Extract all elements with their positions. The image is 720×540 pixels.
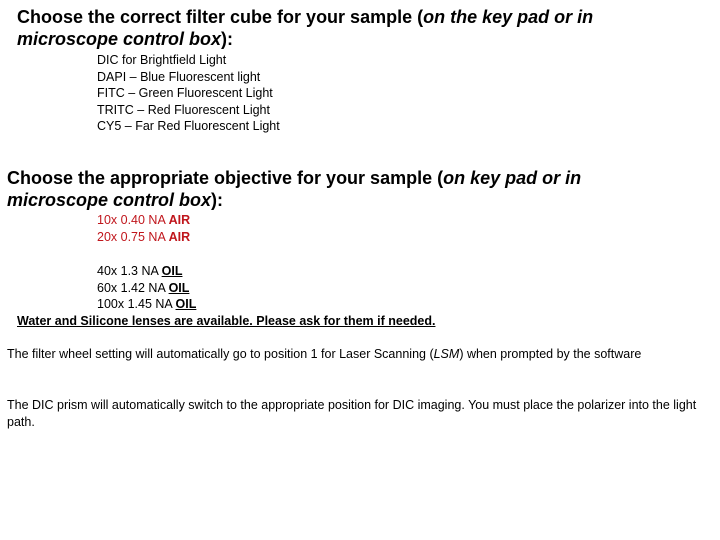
dic-prism-paragraph: The DIC prism will automatically switch … <box>7 398 697 429</box>
oil-objective-item: 100x 1.45 NA OIL <box>97 296 196 313</box>
filter-cube-list: DIC for Brightfield Light DAPI – Blue Fl… <box>97 52 280 135</box>
objective-label: 40x 1.3 NA <box>97 264 162 278</box>
filter-item: DIC for Brightfield Light <box>97 53 227 67</box>
paragraph-end-text: ) when prompted by the software <box>459 347 642 361</box>
paragraph-italic-text: LSM <box>433 347 460 361</box>
filter-cube-heading: Choose the correct filter cube for your … <box>17 6 697 50</box>
air-objective-list: 10x 0.40 NA AIR 20x 0.75 NA AIR <box>97 212 190 245</box>
oil-objective-item: 40x 1.3 NA OIL <box>97 263 196 280</box>
filter-item: CY5 – Far Red Fluorescent Light <box>97 119 280 133</box>
heading-end-text: ): <box>211 190 224 210</box>
heading-text: Choose the correct filter cube for your … <box>17 7 424 27</box>
objective-label: 20x 0.75 NA <box>97 229 169 244</box>
oil-objective-list: 40x 1.3 NA OIL 60x 1.42 NA OIL 100x 1.45… <box>97 263 196 313</box>
objective-label: 10x 0.40 NA <box>97 213 169 227</box>
objective-medium: OIL <box>175 297 197 311</box>
filter-item: DAPI – Blue Fluorescent light <box>97 69 261 84</box>
objective-label: 60x 1.42 NA <box>97 280 169 295</box>
objective-medium: OIL <box>161 264 183 278</box>
heading-end-text: ): <box>221 29 234 49</box>
filter-item: TRITC – Red Fluorescent Light <box>97 102 270 117</box>
objective-medium: AIR <box>168 229 191 244</box>
heading-text: Choose the appropriate objective for you… <box>7 168 444 188</box>
filter-wheel-paragraph: The filter wheel setting will automatica… <box>7 346 712 363</box>
objective-heading: Choose the appropriate objective for you… <box>7 167 687 211</box>
objective-label: 100x 1.45 NA <box>97 297 176 311</box>
air-objective-item: 10x 0.40 NA AIR <box>97 212 190 229</box>
air-objective-item: 20x 0.75 NA AIR <box>97 229 190 246</box>
oil-objective-item: 60x 1.42 NA OIL <box>97 280 196 297</box>
objective-medium: OIL <box>168 280 190 295</box>
filter-item: FITC – Green Fluorescent Light <box>97 86 273 100</box>
objective-medium: AIR <box>168 213 191 227</box>
paragraph-text: The filter wheel setting will automatica… <box>7 347 434 361</box>
lens-availability-note: Water and Silicone lenses are available.… <box>17 314 436 328</box>
